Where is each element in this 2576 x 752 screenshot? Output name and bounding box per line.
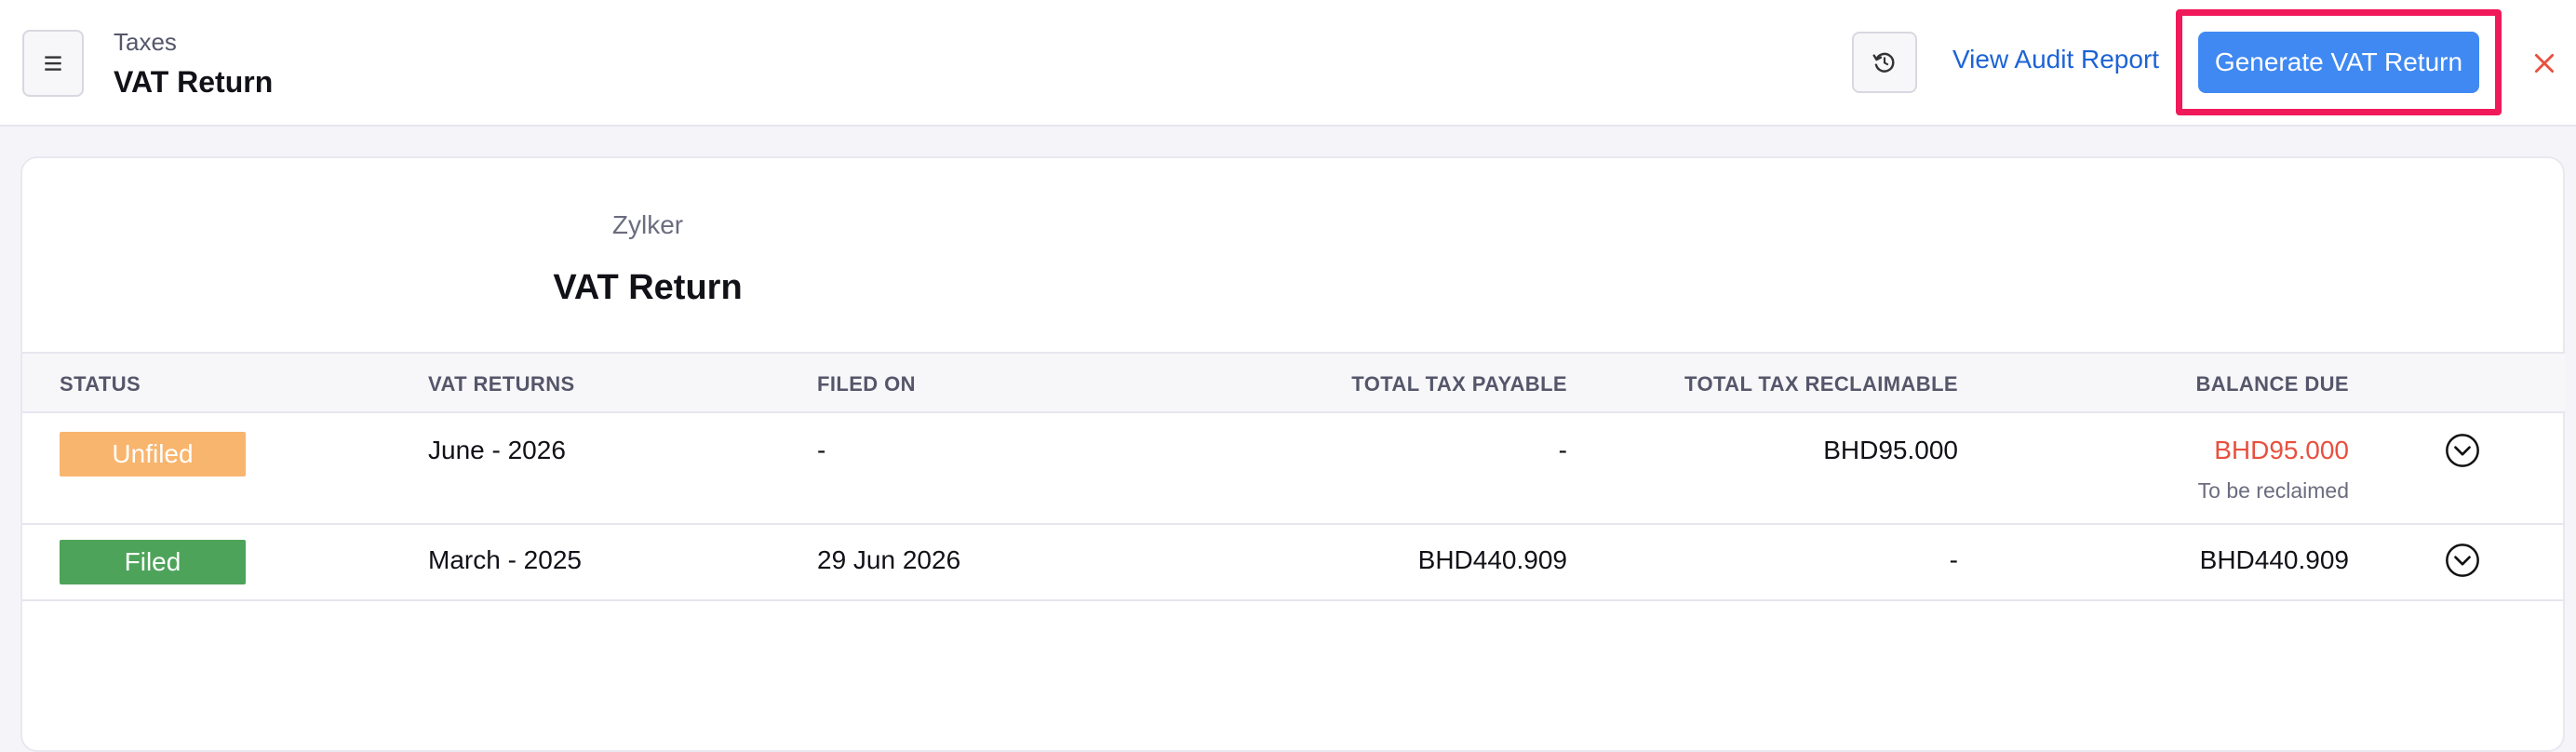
view-audit-report-link[interactable]: View Audit Report [1952,45,2159,74]
top-header: Taxes VAT Return View Audit Report Gener… [0,0,2576,127]
expand-row-button[interactable] [2444,432,2481,469]
vat-return-card: Zylker VAT Return STATUS VAT RETURNS FIL… [20,156,2565,752]
menu-button[interactable] [22,30,84,97]
table-header: STATUS VAT RETURNS FILED ON TOTAL TAX PA… [22,352,2565,413]
chevron-down-circle-icon [2446,544,2479,577]
filed-on-date: - [817,436,826,464]
expand-row-button[interactable] [2444,542,2481,579]
table-row[interactable]: Unfiled June - 2026 - - BHD95.000 BHD95.… [22,413,2565,525]
column-header-balance-due: BALANCE DUE [2195,372,2349,396]
column-header-total-tax-payable: TOTAL TAX PAYABLE [1351,372,1567,396]
total-tax-payable: - [1558,436,1567,464]
vat-return-period[interactable]: March - 2025 [428,545,582,575]
page-title: VAT Return [114,65,274,99]
report-title: VAT Return [553,268,743,307]
close-icon [2534,53,2555,74]
generate-vat-return-button[interactable]: Generate VAT Return [2198,32,2479,93]
column-header-status: STATUS [60,372,141,396]
hamburger-menu-icon [45,56,61,71]
balance-due: BHD95.000 [2214,436,2349,464]
close-button[interactable] [2528,47,2561,80]
refresh-icon [1872,52,1895,73]
refresh-button[interactable] [1852,32,1917,93]
vat-return-period[interactable]: June - 2026 [428,436,566,465]
balance-note: To be reclaimed [2197,478,2349,503]
total-tax-payable: BHD440.909 [1417,545,1567,574]
breadcrumb[interactable]: Taxes [114,28,177,57]
column-header-total-tax-reclaimable: TOTAL TAX RECLAIMABLE [1684,372,1958,396]
total-tax-reclaimable: BHD95.000 [1823,436,1958,464]
table-row[interactable]: Filed March - 2025 29 Jun 2026 BHD440.90… [22,525,2565,601]
status-badge: Filed [60,540,246,584]
organization-name: Zylker [611,210,684,239]
filed-on-date: 29 Jun 2026 [817,545,961,574]
total-tax-reclaimable: - [1949,545,1958,574]
column-header-vat-returns: VAT RETURNS [428,372,575,396]
status-badge: Unfiled [60,432,246,477]
chevron-down-circle-icon [2446,434,2479,467]
column-header-filed-on: FILED ON [817,372,916,396]
balance-due: BHD440.909 [2199,545,2349,574]
